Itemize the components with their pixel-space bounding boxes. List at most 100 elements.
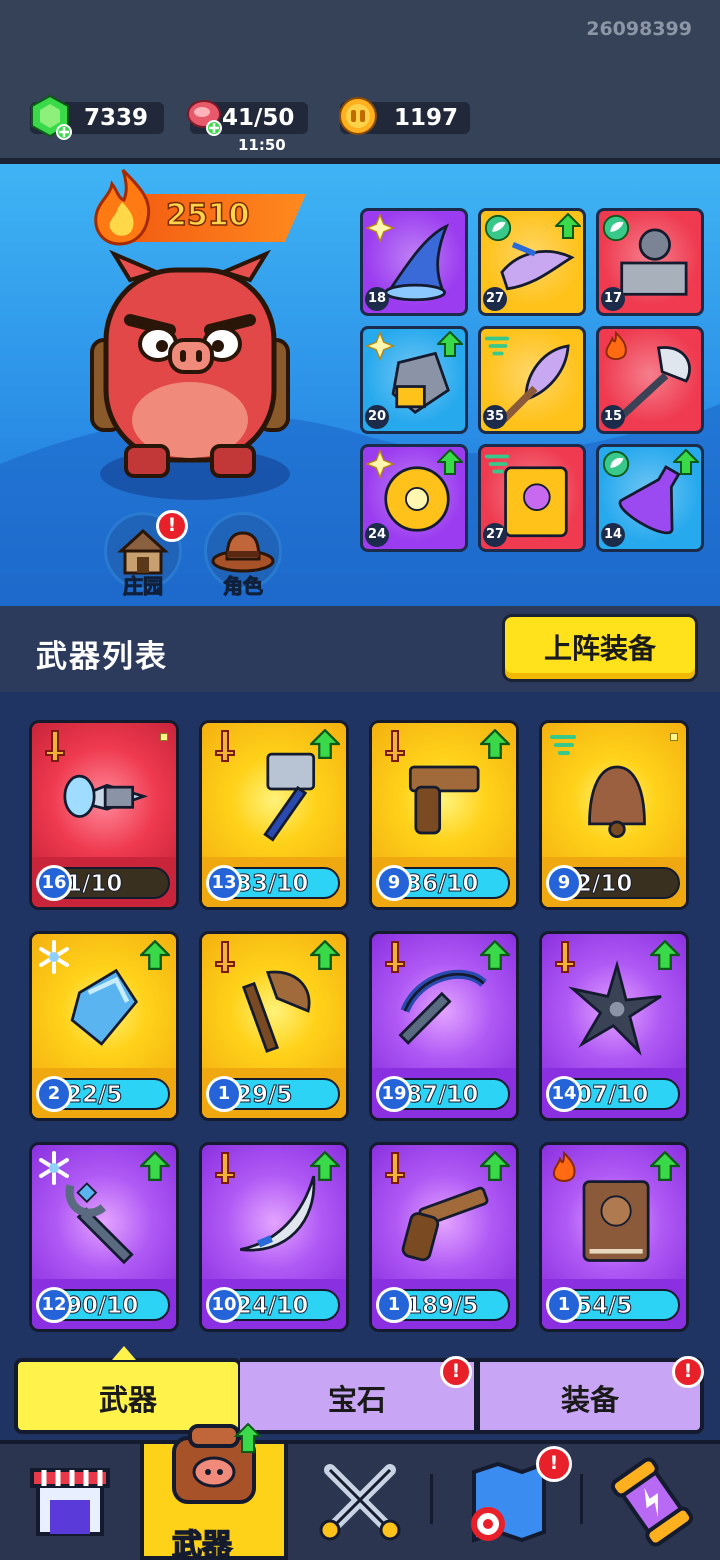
equipped-slot[interactable]: 24 [360, 444, 468, 552]
gems-alert-badge: ! [440, 1356, 472, 1388]
character-label: 角色 [223, 574, 264, 599]
coin-icon [339, 97, 377, 135]
upgrade-arrow-icon [650, 1151, 680, 1181]
sword-tag-icon [45, 730, 65, 762]
equipped-slot[interactable]: 18 [360, 208, 468, 316]
weapon-bag-icon [172, 1422, 263, 1504]
nav-weapons-label: 武器 [171, 1527, 233, 1560]
weapon-card[interactable]: 1/10 16 [29, 720, 179, 910]
leaf-element-icon [484, 214, 512, 242]
snow-tag-icon [39, 1151, 69, 1185]
weapon-card[interactable]: 2/10 9 [539, 720, 689, 910]
weapon-progress: 90/10 [65, 1293, 139, 1320]
weapon-progress: 87/10 [405, 1082, 479, 1109]
deploy-equipment-button[interactable]: 上阵装备 [502, 614, 698, 682]
weapon-level: 1 [546, 1287, 582, 1323]
upgrade-arrow-icon [310, 940, 340, 970]
upgrade-arrow-icon [140, 940, 170, 970]
leaf-element-icon [602, 450, 630, 478]
nav-divider [430, 1474, 433, 1524]
gem-counter[interactable]: 7339 [30, 94, 164, 140]
weapon-level: 14 [546, 1076, 582, 1112]
weapon-card[interactable]: 07/10 14 [539, 931, 689, 1121]
weapon-level: 9 [546, 865, 582, 901]
slot-level: 17 [601, 287, 625, 311]
fire-element-icon [605, 331, 627, 361]
weapon-card[interactable]: 36/10 9 [369, 720, 519, 910]
snow-tag-icon [39, 940, 69, 974]
upgrade-arrow-icon [310, 729, 340, 759]
leaf-element-icon [602, 214, 630, 242]
category-tabs: 武器 宝石 装备 [14, 1358, 704, 1434]
equipped-slot[interactable]: 17 [596, 208, 704, 316]
nav-shop[interactable] [0, 1444, 140, 1560]
wind-element-icon [484, 336, 510, 356]
fire-tag-icon [552, 1151, 576, 1182]
player-id: 26098399 [586, 18, 692, 40]
weapon-progress: 36/10 [405, 871, 479, 898]
estate-label: 庄园 [123, 574, 164, 599]
upgrade-arrow-icon [480, 1151, 510, 1181]
tab-equipment[interactable]: 装备 [476, 1358, 704, 1434]
weapon-level: 16 [36, 865, 72, 901]
slot-level: 27 [483, 523, 507, 547]
stamina-timer: 11:50 [238, 136, 286, 154]
map-alert-badge: ! [536, 1446, 572, 1482]
weapon-progress: 22/5 [65, 1082, 123, 1109]
stamina-counter[interactable]: 41/50 [187, 100, 308, 136]
upgrade-arrow-icon [310, 1151, 340, 1181]
sword-tag-icon [385, 730, 405, 762]
active-tab-pointer [112, 1346, 136, 1360]
equipped-slot[interactable]: 35 [478, 326, 586, 434]
estate-alert-badge: ! [156, 510, 188, 542]
upgrade-arrow-icon [480, 940, 510, 970]
sword-tag-icon [215, 1152, 235, 1184]
nav-battle[interactable] [290, 1444, 430, 1560]
sword-tag-icon [385, 1152, 405, 1184]
weapon-card[interactable]: 87/10 19 [369, 931, 519, 1121]
star-element-icon [365, 331, 395, 361]
coin-counter[interactable]: 1197 [339, 97, 470, 135]
new-dot [670, 733, 678, 741]
weapon-card[interactable]: 29/5 1 [199, 931, 349, 1121]
sword-tag-icon [215, 941, 235, 973]
upgrade-arrow-icon [480, 729, 510, 759]
star-element-icon [365, 449, 395, 479]
wind-tag-icon [550, 735, 576, 755]
equipment-alert-badge: ! [672, 1356, 704, 1388]
capsule-icon [610, 1457, 694, 1547]
gem-value: 7339 [84, 105, 149, 131]
slot-level: 15 [601, 405, 625, 429]
equipped-slot[interactable]: 15 [596, 326, 704, 434]
weapon-level: 12 [36, 1287, 72, 1323]
weapon-card[interactable]: 90/10 12 [29, 1142, 179, 1332]
wind-element-icon [484, 454, 510, 474]
weapon-card[interactable]: 22/5 2 [29, 931, 179, 1121]
crossed-swords-icon [319, 1464, 401, 1541]
gem-icon [31, 94, 72, 140]
equipped-slot[interactable]: 27 [478, 444, 586, 552]
weapon-card[interactable]: 33/10 13 [199, 720, 349, 910]
weapon-progress: 07/10 [575, 1082, 649, 1109]
equipped-slot[interactable]: 14 [596, 444, 704, 552]
slot-level: 24 [365, 523, 389, 547]
weapon-level: 10 [206, 1287, 242, 1323]
meat-icon [187, 100, 222, 136]
shop-icon [30, 1468, 110, 1536]
star-element-icon [365, 213, 395, 243]
equipped-slot[interactable]: 27 [478, 208, 586, 316]
equipped-slot[interactable]: 20 [360, 326, 468, 434]
weapon-card[interactable]: 189/5 1 [369, 1142, 519, 1332]
nav-capsule[interactable] [582, 1444, 720, 1560]
power-value: 2510 [165, 197, 250, 234]
weapon-card[interactable]: 54/5 1 [539, 1142, 689, 1332]
weapon-progress: 29/5 [235, 1082, 293, 1109]
slot-level: 27 [483, 287, 507, 311]
weapon-card[interactable]: 24/10 10 [199, 1142, 349, 1332]
weapon-level: 1 [206, 1076, 242, 1112]
sword-tag-icon [555, 941, 575, 973]
pig-hero-icon[interactable] [70, 250, 310, 500]
weapon-progress: 24/10 [235, 1293, 309, 1320]
fire-icon [94, 168, 151, 246]
slot-level: 18 [365, 287, 389, 311]
